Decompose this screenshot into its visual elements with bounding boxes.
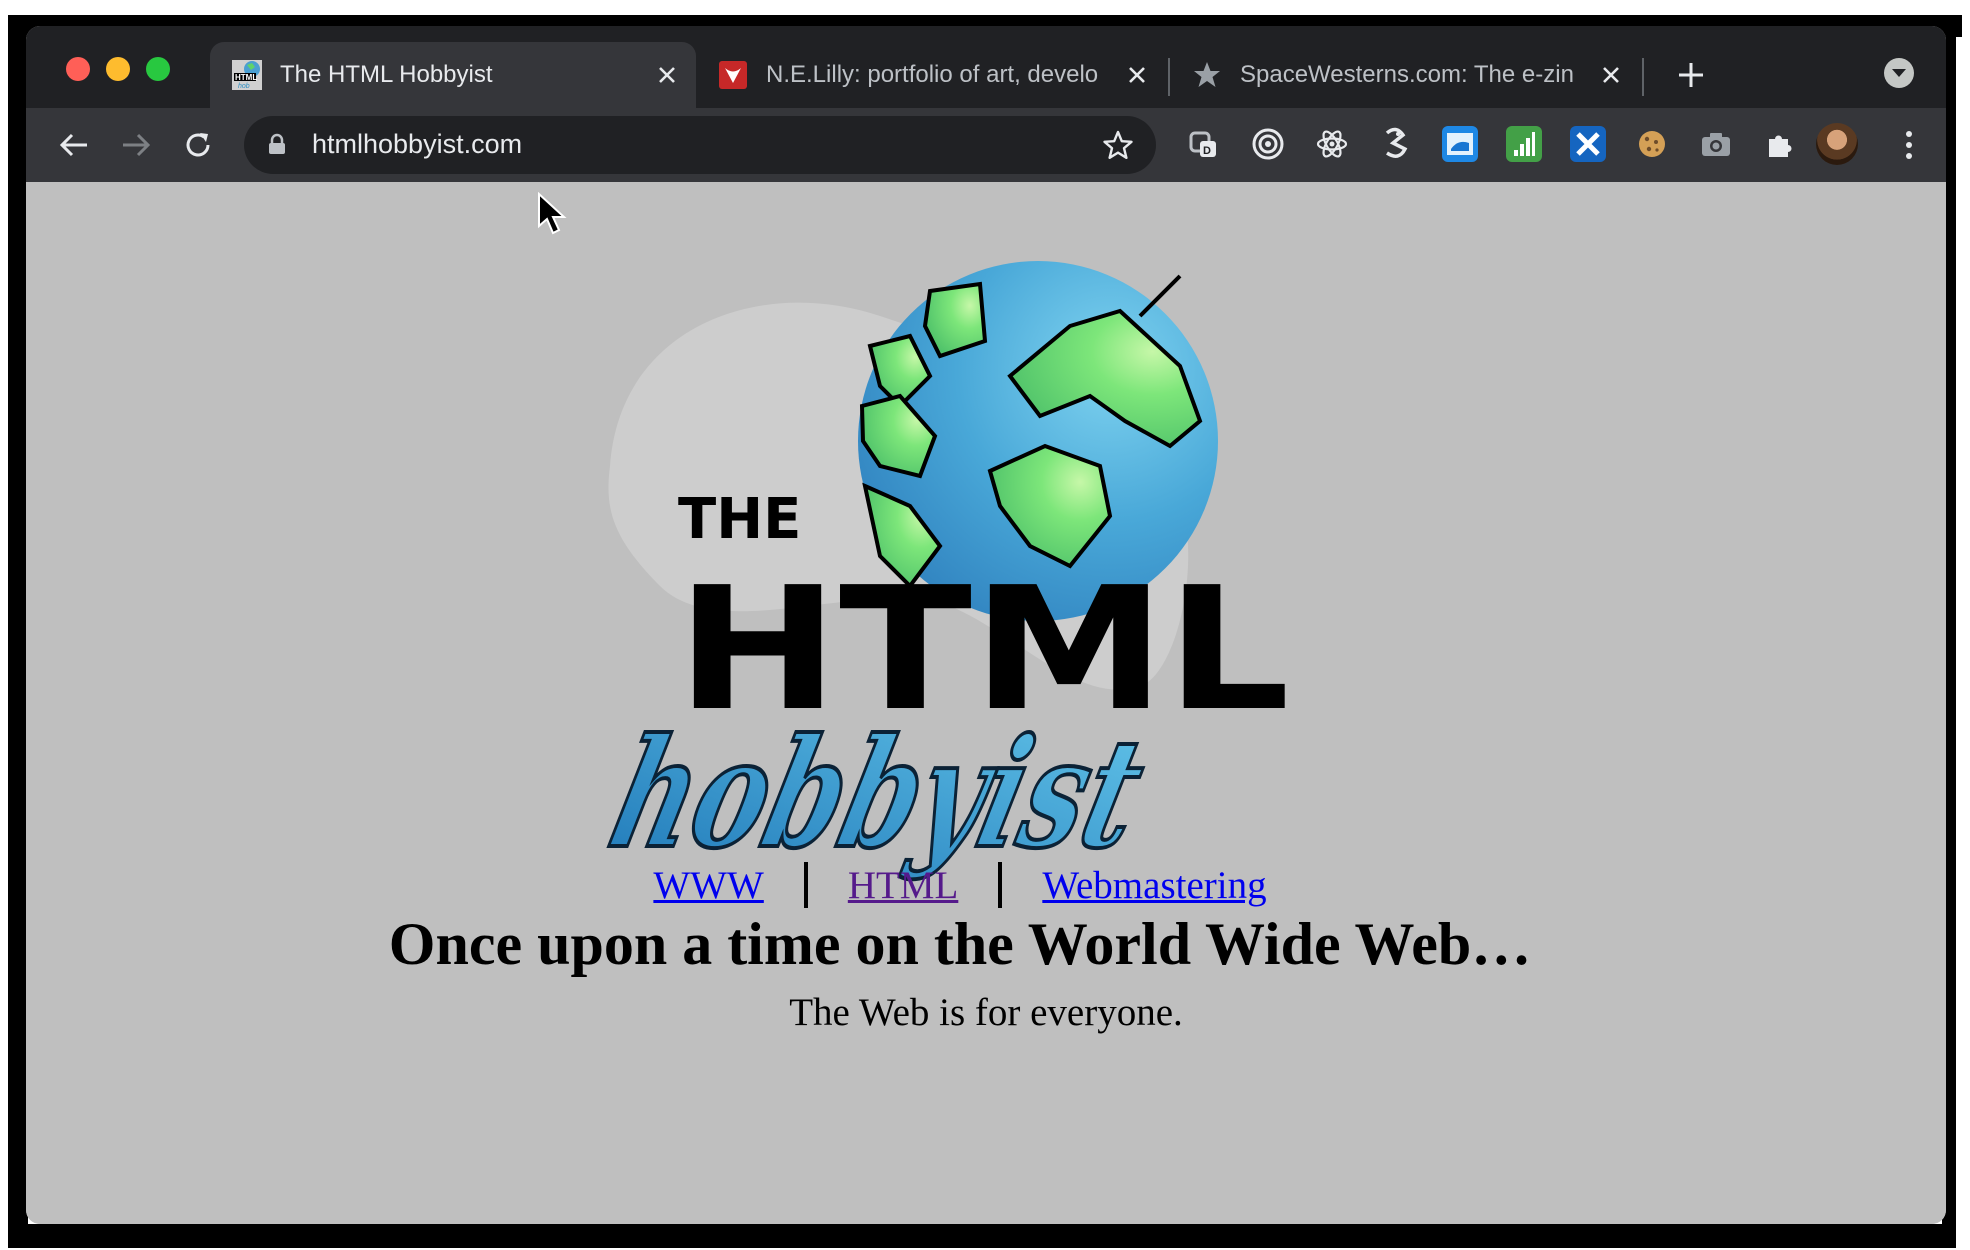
puzzle-icon[interactable] [1762,126,1798,162]
svg-text:hob: hob [238,83,250,90]
tab-title: N.E.Lilly: portfolio of art, develo [766,61,1099,88]
more-menu-icon[interactable] [1904,129,1914,161]
mouse-cursor-icon [537,191,567,236]
close-icon[interactable] [1596,60,1626,90]
tab-title: The HTML Hobbyist [280,61,493,88]
lock-icon [268,133,286,155]
arrow-right-icon [123,133,151,157]
tab-html-hobbyist[interactable]: HTML hob The HTML Hobbyist [210,42,696,108]
close-icon[interactable] [1122,60,1152,90]
back-button[interactable] [54,125,94,165]
new-tab-button[interactable] [1672,56,1710,94]
svg-text:HTML: HTML [235,73,257,82]
tab-search-button[interactable] [1884,58,1914,88]
tab-title: SpaceWesterns.com: The e-zin [1240,61,1574,88]
chevron-down-icon [1892,69,1906,77]
tagline: The Web is for everyone. [789,991,1183,1034]
screenshot-frame-bottom [8,1224,1956,1248]
site-logo: THE HTML hobbyist [580,256,1380,896]
cookie-icon[interactable] [1634,126,1670,162]
analytics-icon[interactable] [1506,126,1542,162]
tab-manager-icon[interactable]: D [1186,126,1222,162]
nav-link-www[interactable]: WWW [653,863,763,908]
logo-the: THE [678,487,801,552]
web-page: THE HTML hobbyist The Web is for everyon… [26,182,1946,1224]
arrow-left-icon [59,133,87,157]
profile-avatar[interactable] [1816,123,1858,165]
nav-link-webmastering[interactable]: Webmastering [1042,863,1266,908]
nelilly-favicon-icon [718,60,748,90]
nav-separator [998,862,1003,908]
browser-toolbar: htmlhobbyist.com D [26,108,1946,183]
window-resizer-icon[interactable] [1442,126,1478,162]
minimize-window-button[interactable] [106,57,130,81]
close-window-button[interactable] [66,57,90,81]
wappalyzer-icon[interactable] [1378,126,1414,162]
html-hobbyist-favicon-icon: HTML hob [232,60,262,90]
url-text: htmlhobbyist.com [312,129,523,159]
reload-button[interactable] [178,125,218,165]
page-heading: Once upon a time on the World Wide Web… [388,911,1532,977]
zoom-window-button[interactable] [146,57,170,81]
react-devtools-icon[interactable] [1314,126,1350,162]
tab-separator [1642,58,1644,96]
star-badge-favicon-icon [1192,60,1222,90]
camera-icon[interactable] [1698,126,1734,162]
nav-separator [803,862,808,908]
close-icon[interactable] [652,60,682,90]
tab-spacewesterns[interactable]: SpaceWesterns.com: The e-zin [1170,42,1640,108]
screenshot-frame-left [8,15,28,1248]
forward-button[interactable] [116,125,156,165]
bookmark-star-icon[interactable] [1102,129,1134,161]
browser-window: HTML hob The HTML Hobbyist N.E.Lilly: por… [26,26,1946,1224]
target-icon[interactable] [1250,126,1286,162]
address-bar[interactable]: htmlhobbyist.com [244,116,1156,174]
svg-text:D: D [1203,145,1211,157]
xcode-icon[interactable] [1570,126,1606,162]
tab-strip: HTML hob The HTML Hobbyist N.E.Lilly: por… [26,26,1946,108]
reload-icon [186,133,210,157]
nav-link-html[interactable]: HTML [848,863,959,908]
plus-icon [1679,63,1703,87]
site-nav: WWW HTML Webmastering [0,855,1920,915]
tab-nelilly[interactable]: N.E.Lilly: portfolio of art, develo [696,42,1166,108]
